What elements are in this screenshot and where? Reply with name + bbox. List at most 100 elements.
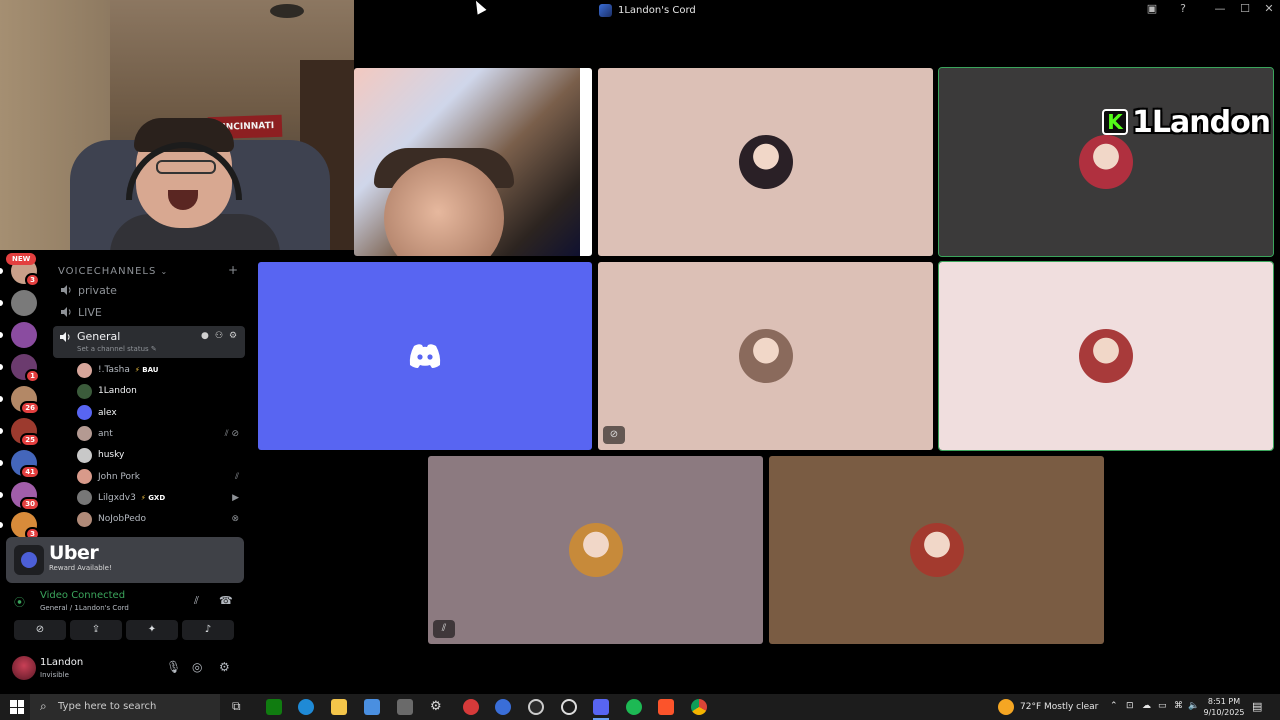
voice-user[interactable]: John Pork ⫽	[77, 467, 245, 487]
help-icon[interactable]: ?	[1171, 2, 1195, 15]
video-tile-6[interactable]: ⫽	[428, 456, 763, 644]
channel-live[interactable]: LIVE	[58, 302, 244, 322]
spotify-icon[interactable]	[626, 699, 642, 715]
video-tile-1[interactable]	[598, 68, 933, 256]
xbox-icon[interactable]	[266, 699, 282, 715]
app-blue-icon[interactable]	[495, 699, 511, 715]
minimize-button[interactable]: —	[1208, 2, 1232, 15]
voice-user[interactable]: alex	[77, 403, 245, 423]
unread-indicator	[0, 428, 3, 434]
signal-icon[interactable]: ⦿	[14, 594, 25, 610]
camera-off-button[interactable]: ⊘	[14, 620, 66, 640]
avatar	[77, 490, 92, 506]
unread-indicator	[0, 300, 3, 306]
speaker-icon	[60, 332, 70, 342]
voice-user[interactable]: husky	[77, 445, 245, 465]
weather-text[interactable]: 72°F Mostly clear	[1020, 702, 1098, 712]
avatar	[77, 426, 92, 442]
soundboard-button[interactable]: ♪	[182, 620, 234, 640]
window-title-text: 1Landon's Cord	[618, 5, 696, 16]
voice-user-name: John Pork	[98, 471, 140, 482]
unread-indicator	[0, 460, 3, 466]
video-tile-4[interactable]: ⊘	[598, 262, 933, 450]
tray-app-icon[interactable]: ⊡	[1126, 701, 1134, 711]
volume-icon[interactable]: 🔈	[1188, 701, 1199, 711]
voice-user[interactable]: NoJobPedo ⊗	[77, 509, 245, 529]
inbox-icon[interactable]: ▣	[1140, 2, 1164, 15]
voice-status[interactable]: Video Connected	[40, 590, 125, 601]
noise-suppression-icon[interactable]: ⫽	[194, 594, 199, 608]
network-icon[interactable]: ⌘	[1174, 701, 1183, 711]
video-tile-0[interactable]	[354, 68, 592, 256]
settings-gear-icon[interactable]: ⚙	[229, 331, 237, 341]
steam-icon[interactable]	[561, 699, 577, 715]
voice-user[interactable]: !.Tasha ⚡ BAU	[77, 360, 245, 380]
avatar	[77, 405, 92, 421]
notifications-icon[interactable]: ▤	[1252, 700, 1262, 713]
clock-time: 8:51 PM	[1207, 697, 1241, 706]
avatar	[77, 383, 92, 399]
maximize-button[interactable]: ☐	[1233, 2, 1257, 15]
calculator-icon[interactable]	[397, 699, 413, 715]
brave-icon[interactable]	[658, 699, 674, 715]
server-icon-2[interactable]	[0, 322, 37, 348]
close-button[interactable]: ✕	[1257, 2, 1280, 15]
avatar	[738, 329, 793, 383]
avatar	[1079, 329, 1133, 383]
avatar	[1079, 135, 1133, 189]
server-icon-6[interactable]: 41	[0, 450, 40, 479]
screen-share-button[interactable]: ⇪	[70, 620, 122, 640]
server-icon-8[interactable]: 3	[0, 512, 40, 541]
avatar[interactable]	[12, 656, 36, 680]
battery-icon[interactable]: ▭	[1158, 701, 1167, 711]
server-icon-7[interactable]: 30	[0, 482, 40, 511]
set-channel-status[interactable]: Set a channel status ✎	[77, 345, 157, 353]
server-icon-5[interactable]: 25	[0, 418, 40, 447]
video-tile-2[interactable]	[938, 67, 1274, 257]
user-settings-gear-icon[interactable]: ⚙	[219, 660, 230, 674]
discord-icon[interactable]	[593, 699, 609, 715]
add-channel-icon[interactable]: +	[228, 263, 238, 277]
chat-icon[interactable]: ●	[201, 331, 209, 341]
video-tile-7[interactable]	[769, 456, 1104, 644]
user-status: Invisible	[40, 671, 69, 679]
user-name[interactable]: 1Landon	[40, 657, 83, 668]
mention-badge: 26	[20, 401, 40, 415]
onedrive-icon[interactable]: ☁	[1142, 701, 1151, 711]
task-view-icon[interactable]: ⧉	[232, 699, 248, 715]
edge-icon[interactable]	[298, 699, 314, 715]
channel-private[interactable]: private	[58, 280, 244, 300]
taskbar-search[interactable]: ⌕ Type here to search	[30, 694, 220, 720]
voice-user-name: ant	[98, 428, 113, 439]
tray-chevron-icon[interactable]: ⌃	[1110, 701, 1118, 711]
avatar	[77, 447, 92, 463]
server-icon-4[interactable]: 26	[0, 386, 40, 415]
obs-icon[interactable]	[528, 699, 544, 715]
channel-general[interactable]: General Set a channel status ✎ ● ⚇ ⚙	[53, 326, 245, 358]
taskbar-clock[interactable]: 8:51 PM 9/10/2025	[1202, 696, 1246, 718]
video-tile-3[interactable]	[258, 262, 592, 450]
category-voicechannels[interactable]: VOICECHANNELS ⌄	[58, 266, 168, 277]
app-red-icon[interactable]	[463, 699, 479, 715]
store-icon[interactable]	[364, 699, 380, 715]
microphone-icon[interactable]: 🎙	[166, 660, 181, 674]
voice-user[interactable]: 1Landon	[77, 381, 245, 401]
channel-general-label: General	[77, 330, 121, 343]
invite-icon[interactable]: ⚇	[215, 331, 223, 341]
voice-user[interactable]: ant ⫽ ⊘	[77, 424, 245, 444]
promo-banner[interactable]: Uber Reward Available!	[6, 537, 244, 583]
activities-button[interactable]: ✦	[126, 620, 178, 640]
server-icon-3[interactable]: 1	[0, 354, 40, 383]
muted-icon: ⫽	[234, 471, 239, 482]
voice-location[interactable]: General / 1Landon's Cord	[40, 604, 129, 612]
chrome-icon[interactable]	[691, 699, 707, 715]
windows-start-icon[interactable]	[10, 700, 24, 714]
headphones-icon[interactable]: ◎	[192, 660, 202, 674]
video-tile-5[interactable]	[938, 261, 1274, 451]
voice-user[interactable]: Lilgxdv3 ⚡ GXD ▶	[77, 488, 245, 508]
settings-icon[interactable]: ⚙	[430, 699, 446, 715]
server-icon-1[interactable]	[0, 290, 37, 316]
disconnect-icon[interactable]: ☎	[219, 594, 233, 607]
weather-icon[interactable]	[998, 699, 1014, 715]
file-explorer-icon[interactable]	[331, 699, 347, 715]
